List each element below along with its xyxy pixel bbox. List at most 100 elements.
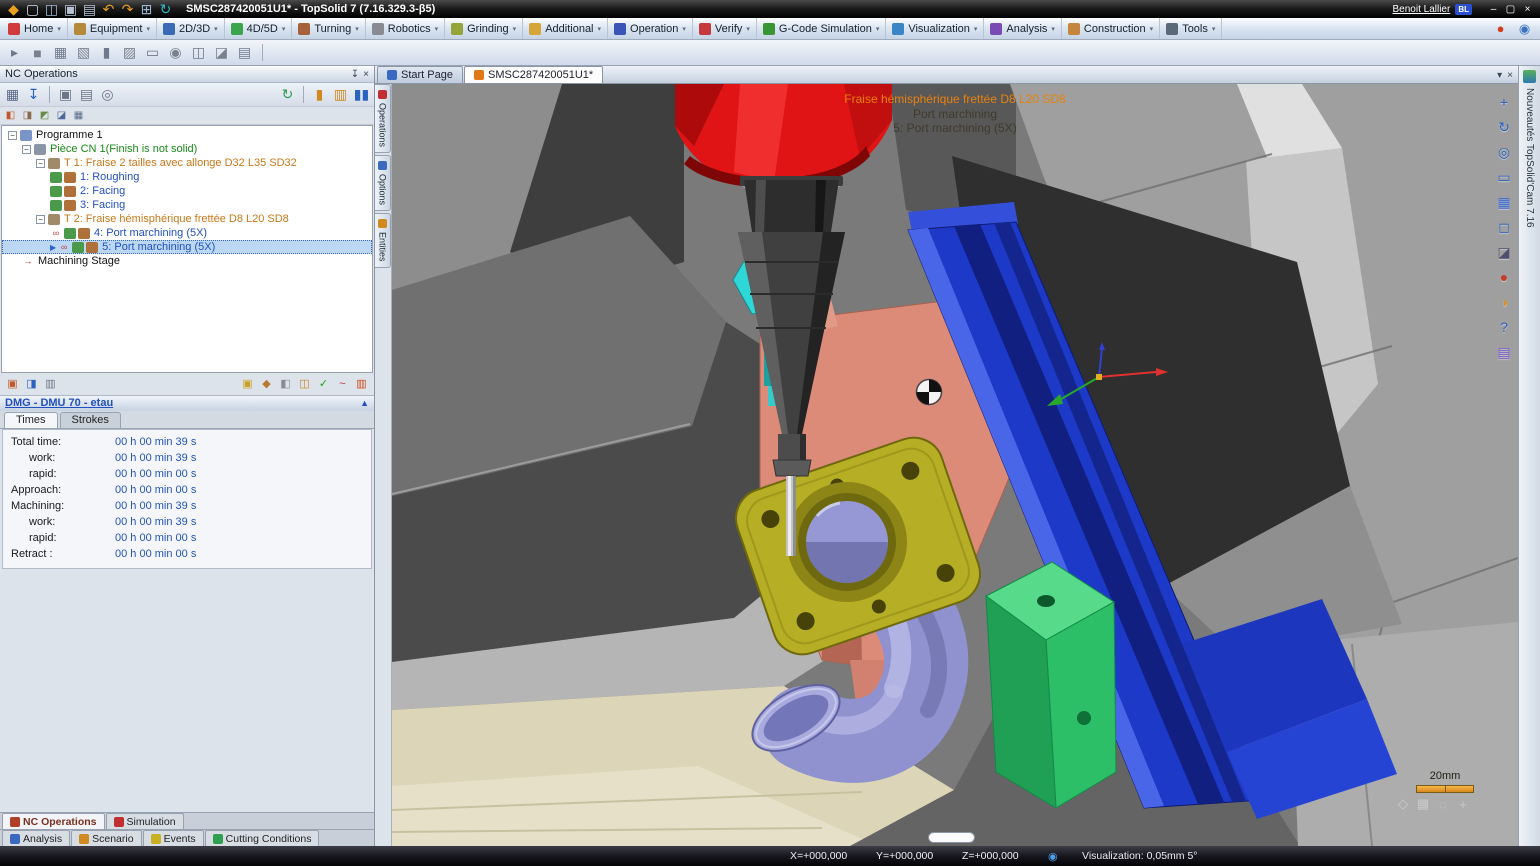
render-material-icon[interactable]: ●: [1491, 19, 1510, 38]
tree-item-machining-stage[interactable]: →Machining Stage: [2, 254, 372, 268]
news-panel-label[interactable]: Nouveautés TopSolid'Cam 7.16: [1524, 88, 1535, 228]
close-panel-icon[interactable]: ×: [363, 69, 369, 80]
ribbon-tab-operation[interactable]: Operation▾: [608, 18, 693, 39]
ribbon-tab-analysis[interactable]: Analysis▾: [984, 18, 1061, 39]
tool-manager-icon[interactable]: ▮: [310, 85, 329, 104]
close-button[interactable]: ×: [1519, 2, 1536, 16]
refresh-tree-icon[interactable]: ↻: [278, 85, 297, 104]
tree-item-3-facing[interactable]: 3: Facing: [2, 198, 372, 212]
verify-check-icon[interactable]: ✓: [315, 375, 332, 392]
ribbon-tab-2d-3d[interactable]: 2D/3D▾: [157, 18, 225, 39]
document-tab-smsc287420051u1[interactable]: SMSC287420051U1*: [464, 66, 603, 83]
appearance-icon[interactable]: ◑: [1494, 292, 1514, 312]
machine-view-icon[interactable]: ▦: [51, 43, 70, 62]
ribbon-tab-4d-5d[interactable]: 4D/5D▾: [225, 18, 293, 39]
tab-scenario[interactable]: Scenario: [71, 830, 141, 846]
ribbon-tab-tools[interactable]: Tools▾: [1160, 18, 1222, 39]
section-view-icon[interactable]: ◪: [1494, 242, 1514, 262]
simulation-svg[interactable]: [392, 84, 1518, 846]
tree-item-4-port-marchining-5x[interactable]: ∞4: Port marchining (5X): [2, 226, 372, 240]
close-document-icon[interactable]: ×: [1507, 70, 1513, 81]
fit-view-icon[interactable]: ▭: [1494, 167, 1514, 187]
tree-item-t-1-fraise-2-tailles-avec-allonge-d32-l35-sd32[interactable]: −T 1: Fraise 2 tailles avec allonge D32 …: [2, 156, 372, 170]
ribbon-tab-robotics[interactable]: Robotics▾: [366, 18, 445, 39]
tab-simulation[interactable]: Simulation: [106, 813, 184, 829]
expander-icon[interactable]: −: [8, 131, 17, 140]
simulation-play-icon[interactable]: ▸: [5, 43, 24, 62]
generate-nc-icon[interactable]: ↧: [24, 85, 43, 104]
stock-icon[interactable]: ◆: [258, 375, 275, 392]
viewport[interactable]: OperationsOptionsEntities: [375, 84, 1518, 846]
machine-explore-icon[interactable]: ◎: [98, 85, 117, 104]
ribbon-tab-home[interactable]: Home▾: [2, 18, 68, 39]
ribbon-tab-grinding[interactable]: Grinding▾: [445, 18, 523, 39]
maximize-button[interactable]: ▢: [1502, 2, 1519, 16]
tool-view-icon[interactable]: ▮: [97, 43, 116, 62]
measure-icon[interactable]: ◫: [189, 43, 208, 62]
stock-view-icon[interactable]: ▧: [74, 43, 93, 62]
expander-icon[interactable]: −: [22, 145, 31, 154]
ribbon-tab-turning[interactable]: Turning▾: [292, 18, 365, 39]
filter-stages-icon[interactable]: ◩: [37, 108, 52, 123]
simulation-stop-icon[interactable]: ■: [28, 43, 47, 62]
tree-item-1-roughing[interactable]: 1: Roughing: [2, 170, 372, 184]
tab-strokes[interactable]: Strokes: [60, 412, 121, 428]
user-account-link[interactable]: Benoit Lallier: [1393, 4, 1451, 15]
app-menu-icon[interactable]: ◆: [4, 0, 23, 19]
analysis-curve-icon[interactable]: ~: [334, 375, 351, 392]
views-grid-icon[interactable]: ▦: [1494, 192, 1514, 212]
side-tab-entities[interactable]: Entities: [375, 213, 391, 268]
news-panel-strip[interactable]: Nouveautés TopSolid'Cam 7.16: [1518, 66, 1540, 846]
ribbon-tab-construction[interactable]: Construction▾: [1062, 18, 1160, 39]
op-edit-icon[interactable]: ▣: [4, 375, 21, 392]
save-icon[interactable]: ◫: [42, 0, 61, 19]
pin-icon[interactable]: ↧: [351, 69, 359, 80]
render-mode-icon[interactable]: ●: [1494, 267, 1514, 287]
clamp-block-green[interactable]: [986, 562, 1116, 808]
machine-manager-icon[interactable]: ▥: [331, 85, 350, 104]
tree-item-t-2-fraise-h-misph-rique-frett-e-d8-l20-sd8[interactable]: −T 2: Fraise hémisphérique frettée D8 L2…: [2, 212, 372, 226]
zoom-view-icon[interactable]: ◎: [1494, 142, 1514, 162]
world-icon[interactable]: ◉: [1515, 19, 1534, 38]
expander-icon[interactable]: −: [36, 159, 45, 168]
toolpath-icon[interactable]: ◫: [296, 375, 313, 392]
ribbon-tab-equipment[interactable]: Equipment▾: [68, 18, 157, 39]
minimize-button[interactable]: –: [1485, 2, 1502, 16]
new-document-icon[interactable]: ▢: [23, 0, 42, 19]
print-preview-icon[interactable]: ▤: [80, 0, 99, 19]
ribbon-tab-g-code-simulation[interactable]: G-Code Simulation▾: [757, 18, 886, 39]
magnet-snap-icon[interactable]: ◇: [1395, 796, 1411, 812]
screenshot-icon[interactable]: ▤: [235, 43, 254, 62]
tab-events[interactable]: Events: [143, 830, 204, 846]
holder-icon[interactable]: ◧: [277, 375, 294, 392]
op-move-icon[interactable]: ◨: [23, 375, 40, 392]
ribbon-tab-visualization[interactable]: Visualization▾: [886, 18, 984, 39]
print-operations-icon[interactable]: ▣: [56, 85, 75, 104]
navigation-cross-icon[interactable]: +: [1494, 92, 1514, 112]
side-tab-options[interactable]: Options: [375, 155, 391, 211]
columns-icon[interactable]: ▦: [71, 108, 86, 123]
zoom-window-icon[interactable]: ◻: [1494, 217, 1514, 237]
tab-nc-operations[interactable]: NC Operations: [2, 813, 105, 829]
ribbon-tab-additional[interactable]: Additional▾: [523, 18, 608, 39]
filter-parts-icon[interactable]: ◪: [54, 108, 69, 123]
redo-icon[interactable]: ↷: [118, 0, 137, 19]
display-options-icon[interactable]: ▤: [1494, 342, 1514, 362]
ribbon-tab-verify[interactable]: Verify▾: [693, 18, 757, 39]
times-panel-icon[interactable]: ▥: [353, 375, 370, 392]
tab-cutting-conditions[interactable]: Cutting Conditions: [205, 830, 320, 846]
machine-header[interactable]: DMG - DMU 70 - etau ▲: [0, 395, 374, 411]
pan-handle-icon[interactable]: +: [1455, 796, 1471, 812]
chevron-down-icon[interactable]: ▾: [1497, 70, 1502, 81]
refresh-icon[interactable]: ↻: [156, 0, 175, 19]
reference-ball[interactable]: [917, 380, 942, 405]
wcs-icon[interactable]: ▣: [239, 375, 256, 392]
collapse-icon[interactable]: ▲: [360, 398, 369, 408]
origin-icon[interactable]: ◉: [166, 43, 185, 62]
document-tab-start-page[interactable]: Start Page: [377, 66, 463, 83]
document-icon[interactable]: ▤: [77, 85, 96, 104]
filter-tools-icon[interactable]: ◨: [20, 108, 35, 123]
op-check-icon[interactable]: ▥: [42, 375, 59, 392]
undo-icon[interactable]: ↶: [99, 0, 118, 19]
tab-analysis[interactable]: Analysis: [2, 830, 70, 846]
